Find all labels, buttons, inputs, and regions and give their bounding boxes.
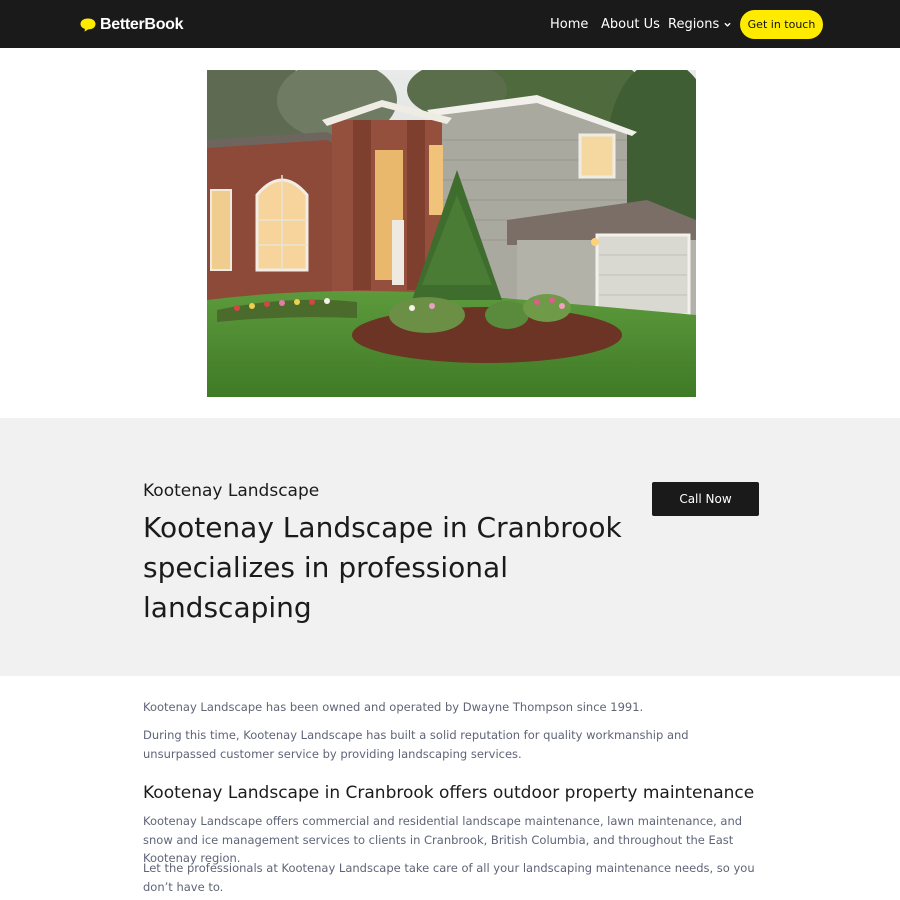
logo-text: BetterBook [100, 16, 184, 33]
nav-regions-label: Regions [668, 16, 720, 32]
services-heading: Kootenay Landscape in Cranbrook offers o… [143, 783, 755, 803]
logo[interactable]: BetterBook [80, 14, 184, 36]
top-navigation-bar: BetterBook Home About Us Regions Get in … [0, 0, 900, 48]
speech-bubble-icon [80, 18, 96, 32]
nav-home-link[interactable]: Home [550, 0, 588, 48]
nav-about-link[interactable]: About Us [601, 0, 660, 48]
nav-regions-dropdown[interactable]: Regions [668, 0, 732, 48]
company-name: Kootenay Landscape [143, 481, 320, 501]
reputation-paragraph: During this time, Kootenay Landscape has… [143, 728, 689, 761]
get-in-touch-button[interactable]: Get in touch [740, 10, 823, 39]
page-title: Kootenay Landscape in Cranbrook speciali… [143, 511, 622, 624]
intro-paragraph: Kootenay Landscape has been owned and op… [143, 700, 644, 714]
house-photo [207, 70, 696, 397]
chevron-down-icon [724, 22, 731, 27]
call-now-button[interactable]: Call Now [652, 482, 759, 516]
closing-paragraph: Let the professionals at Kootenay Landsc… [143, 861, 755, 894]
